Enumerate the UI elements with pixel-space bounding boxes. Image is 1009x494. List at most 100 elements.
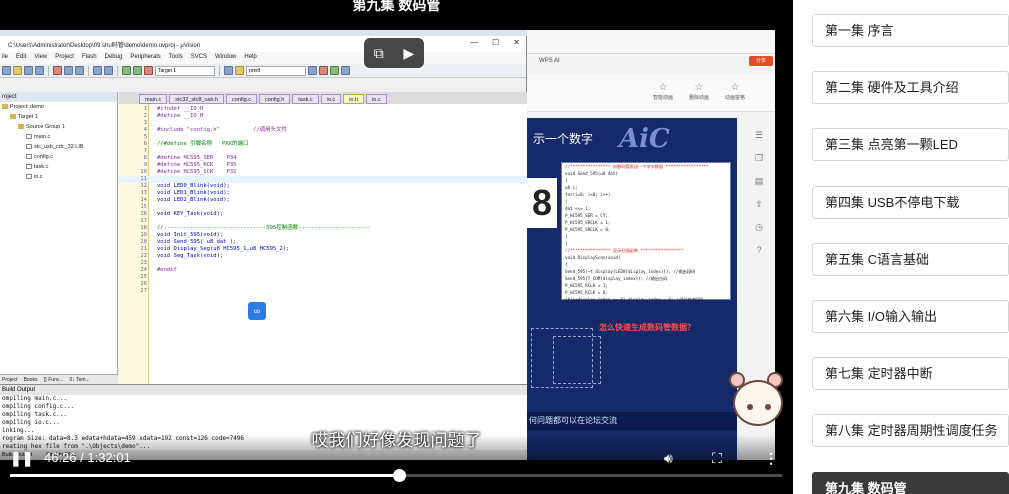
file-tab: config.h [258, 94, 291, 104]
file-icon [26, 134, 32, 140]
code-line: 2 #define __IO_H [119, 113, 527, 120]
code-line: 9 #define HC595_RCK P35 [119, 162, 527, 169]
find-icon [308, 66, 317, 75]
slide-code-line: void Send_595(u8 dat) [565, 171, 618, 176]
code-line: 4 #include "config.h" //调用头文件 [119, 127, 527, 134]
episode-item[interactable]: 第四集 USB不停电下载 [812, 185, 1009, 219]
code-line: 12 void LED0_Blink(void); [119, 183, 527, 190]
project-panel-tabs: Project Books {} Func... 0↓ Tem... [0, 374, 118, 384]
list-icon: ☰ [754, 130, 764, 140]
file-tabs: main.c stc32_stc8_usb.h config.c config.h ta… [119, 92, 527, 104]
layers-icon: ▤ [754, 176, 764, 186]
wps-side-toolbar: ☰ ❐ ▤ ⇧ ◷ ? [749, 130, 769, 310]
file-tab: task.c [292, 94, 319, 104]
current-time: 46:26 [44, 450, 77, 465]
code-line: 20 void Send_595( u8 dat ); [119, 239, 527, 246]
slide-code-line: u8 i; [565, 185, 578, 190]
line-code: #include "config.h" //调用头文件 [157, 127, 288, 133]
line-number: 8 [143, 155, 147, 161]
more-options-icon[interactable]: ⋮ [764, 450, 778, 466]
cut-icon [53, 66, 62, 75]
code-line: 8 #define HC595_SER P34 [119, 155, 527, 162]
line-code: void Init_595(void); [157, 232, 224, 238]
video-player[interactable]: 第九集 数码管 C:\Users\Administrator\Desktop\0… [0, 0, 793, 494]
episode-item[interactable]: 第六集 I/O输入输出 [812, 300, 1009, 333]
menu-item: Flash [81, 54, 97, 60]
episode-item[interactable]: 第五集 C语言基础 [812, 242, 1009, 276]
code-line: 22 void Seg_Task(void); [119, 253, 527, 260]
line-code: void KEY_Task(void); [157, 211, 224, 217]
redo-icon [104, 66, 113, 75]
wps-share-button: 分享 [749, 56, 773, 66]
line-code: //#define 引脚名称 PXX的端口 [157, 141, 249, 147]
share-icon: ⇧ [755, 199, 763, 209]
episode-item[interactable]: 第一集 序言 [812, 14, 1009, 47]
file-icon [26, 154, 32, 160]
time-separator: / [80, 450, 84, 465]
slide-code-line: P_HC595_SRCLK = 0; [565, 227, 611, 232]
view-icon [330, 66, 339, 75]
menu-item: SVCS [190, 54, 208, 60]
slide-code-line: //**************** 向数码管发送一个字节数据 ********… [565, 164, 709, 169]
toolbar-divider [48, 65, 49, 76]
slide-code-line: if(++display_index >= 8) display_index =… [565, 297, 703, 302]
pip-icon[interactable]: ⧉ [374, 45, 384, 62]
line-number: 21 [140, 246, 147, 252]
line-code: #define HC595_SER P34 [157, 155, 237, 161]
ide-window: C:\Users\Administrator\Desktop\09.shu码管\… [0, 36, 527, 460]
tree-item-label: config.c [34, 154, 53, 160]
close-icon: ✕ [513, 38, 520, 47]
ide-title: C:\Users\Administrator\Desktop\09.shu码管\… [8, 43, 201, 49]
wps-ribbon: ☆ 智能动画 ☆ 删除动画 ☆ 动画窗格 [527, 74, 775, 112]
undo-icon [93, 66, 102, 75]
file-icon [26, 144, 32, 150]
project-panel-tab: Books [23, 377, 38, 383]
floating-link-icon[interactable]: ∞ [248, 302, 266, 320]
help-icon: ? [756, 245, 762, 255]
line-number: 13 [140, 190, 147, 196]
code-line: 25 [119, 274, 527, 281]
menu-item: Edit [16, 54, 27, 60]
save-icon [24, 66, 33, 75]
file-tab: stc32_stc8_usb.h [169, 94, 225, 104]
fullscreen-icon[interactable]: ⛶ [712, 450, 722, 466]
code-line: 11 [119, 176, 527, 183]
mascot-head [733, 380, 783, 426]
wrench-icon [341, 66, 350, 75]
line-code: #endif [157, 267, 177, 273]
episode-item[interactable]: 第七集 定时器中断 [812, 357, 1009, 391]
progress-bar[interactable] [10, 469, 782, 482]
pause-icon[interactable]: ❚❚ [10, 450, 33, 466]
line-number: 6 [143, 141, 147, 147]
volume-icon[interactable]: 🔊︎ [664, 450, 673, 466]
tree-item: Source Group 1 [0, 122, 117, 132]
slide-code-line: P_HC595_RCLK = 1; [565, 283, 608, 288]
code-line: 16 void KEY_Task(void); [119, 211, 527, 218]
project-panel-tab: {} Func... [43, 377, 64, 383]
maximize-icon: ☐ [492, 38, 500, 47]
copy-icon: ❐ [754, 153, 764, 163]
download-icon [144, 66, 153, 75]
line-number: 26 [140, 281, 147, 287]
video-overlay-toolbar: ⧉ ▶ [364, 38, 424, 68]
menu-item: Peripherals [130, 54, 161, 60]
function-search-field: printf [246, 65, 306, 76]
line-number: 16 [140, 211, 147, 217]
file-tab: main.c [139, 94, 168, 104]
window-controls: — ☐ ✕ [470, 38, 520, 47]
episode-item[interactable]: 第九集 数码管 [812, 471, 1009, 494]
episode-item[interactable]: 第二集 硬件及工具介绍 [812, 71, 1009, 105]
screenshot-icon[interactable]: ▶ [403, 45, 414, 62]
tree-item: task.c [0, 162, 117, 172]
toolbar-divider [219, 65, 220, 76]
ribbon-item: ☆ 智能动画 [645, 82, 681, 101]
ribbon-item-label: 智能动画 [652, 95, 673, 101]
tree-item: stc_usb_cdc_32.LIB [0, 142, 117, 152]
star-icon: ☆ [730, 82, 740, 93]
episode-item[interactable]: 第八集 定时器周期性调度任务 [812, 414, 1009, 448]
folder-icon [10, 114, 16, 120]
line-code: #ifndef __IO_H [157, 106, 204, 112]
target-select: Target 1 [155, 65, 215, 76]
episode-item[interactable]: 第三集 点亮第一颗LED [812, 128, 1009, 162]
code-line: 13 void LED1_Blink(void); [119, 190, 527, 197]
